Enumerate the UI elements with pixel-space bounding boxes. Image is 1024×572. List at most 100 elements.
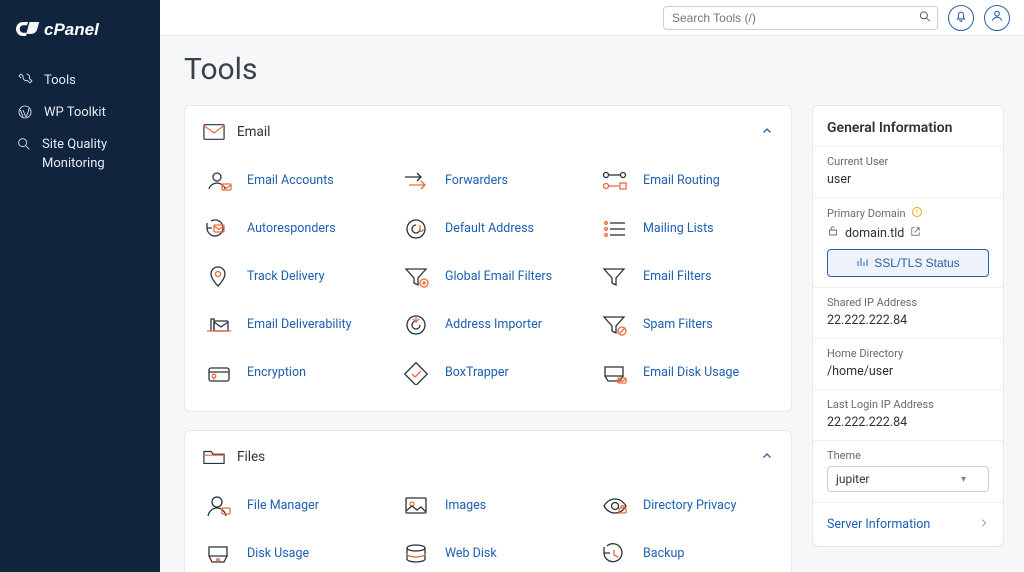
tool-address-importer[interactable]: Address Importer (389, 301, 587, 349)
general-info-panel: General Information Current User user Pr… (812, 105, 1004, 547)
tool-file-manager[interactable]: File Manager (191, 482, 389, 530)
info-panel-column: General Information Current User user Pr… (812, 105, 1004, 547)
tool-label: Mailing Lists (643, 221, 714, 237)
chevron-up-icon (761, 122, 773, 141)
tool-forwarders[interactable]: Forwarders (389, 157, 587, 205)
images-icon (401, 492, 433, 520)
tool-disk-usage[interactable]: Disk Usage (191, 530, 389, 572)
info-shared-ip: Shared IP Address 22.222.222.84 (813, 288, 1003, 339)
tool-label: Global Email Filters (445, 269, 552, 285)
tool-email-deliverability[interactable]: Email Deliverability (191, 301, 389, 349)
tool-email-filters[interactable]: Email Filters (587, 253, 785, 301)
page-title: Tools (184, 52, 1004, 87)
warning-icon (911, 206, 923, 221)
sidebar-nav: Tools WP Toolkit Site Quality Monitoring (0, 58, 160, 188)
tool-label: BoxTrapper (445, 365, 509, 381)
tool-directory-privacy[interactable]: Directory Privacy (587, 482, 785, 530)
section-header: Email (185, 106, 791, 153)
sidebar: cPanel Tools WP Toolkit Site Quality (0, 0, 160, 572)
tool-web-disk[interactable]: Web Disk (389, 530, 587, 572)
tool-label: Directory Privacy (643, 498, 736, 514)
encryption-icon (203, 359, 235, 387)
wrench-icon (16, 72, 34, 88)
tool-email-disk-usage[interactable]: Email Disk Usage (587, 349, 785, 397)
tool-label: Web Disk (445, 546, 497, 562)
info-label: Shared IP Address (827, 296, 989, 309)
sidebar-item-wp-toolkit[interactable]: WP Toolkit (4, 96, 156, 128)
tool-images[interactable]: Images (389, 482, 587, 530)
folder-icon (203, 448, 225, 466)
collapse-toggle[interactable] (761, 122, 773, 141)
info-value: 22.222.222.84 (827, 313, 989, 328)
email-icon (203, 123, 225, 141)
tool-label: Images (445, 498, 486, 514)
theme-select[interactable]: jupiter ▾ (827, 466, 989, 492)
brand-logo: cPanel (0, 0, 160, 58)
autoresponders-icon (203, 215, 235, 243)
tool-label: Default Address (445, 221, 534, 237)
tool-default-address[interactable]: Default Address (389, 205, 587, 253)
tool-email-routing[interactable]: Email Routing (587, 157, 785, 205)
tool-backup[interactable]: Backup (587, 530, 785, 572)
info-value: /home/user (827, 364, 989, 379)
tool-track-delivery[interactable]: Track Delivery (191, 253, 389, 301)
tool-label: Email Deliverability (247, 317, 352, 333)
tool-label: Email Accounts (247, 173, 334, 189)
default-address-icon (401, 215, 433, 243)
sidebar-item-tools[interactable]: Tools (4, 64, 156, 96)
sidebar-item-site-quality[interactable]: Site Quality Monitoring (4, 128, 156, 182)
address-importer-icon (401, 311, 433, 339)
tool-spam-filters[interactable]: Spam Filters (587, 301, 785, 349)
collapse-toggle[interactable] (761, 447, 773, 466)
section-grid: Email Accounts Forwarders Email Routing … (185, 153, 791, 411)
account-button[interactable] (984, 5, 1010, 31)
svg-text:cPanel: cPanel (44, 20, 100, 39)
main-column: Tools Email (160, 0, 1024, 572)
sidebar-item-label: WP Toolkit (44, 105, 106, 120)
wordpress-icon (16, 104, 34, 120)
section-title: Files (237, 449, 265, 465)
tool-email-accounts[interactable]: Email Accounts (191, 157, 389, 205)
boxtrapper-icon (401, 359, 433, 387)
search-icon (918, 8, 932, 27)
info-home-directory: Home Directory /home/user (813, 339, 1003, 390)
email-deliverability-icon (203, 311, 235, 339)
tool-global-email-filters[interactable]: Global Email Filters (389, 253, 587, 301)
tool-encryption[interactable]: Encryption (191, 349, 389, 397)
directory-privacy-icon (599, 492, 631, 520)
topbar (160, 0, 1024, 36)
mailing-lists-icon (599, 215, 631, 243)
tool-label: File Manager (247, 498, 319, 514)
ssl-status-button[interactable]: SSL/TLS Status (827, 249, 989, 277)
tool-label: Address Importer (445, 317, 542, 333)
section-email: Email Email Accounts Forwarders Email Ro… (184, 105, 792, 412)
panel-title: General Information (813, 106, 1003, 147)
tool-label: Email Routing (643, 173, 720, 189)
tool-boxtrapper[interactable]: BoxTrapper (389, 349, 587, 397)
sidebar-item-label: Tools (44, 73, 76, 88)
tool-label: Track Delivery (247, 269, 325, 285)
notifications-button[interactable] (948, 5, 974, 31)
global-filters-icon (401, 263, 433, 291)
info-value: 22.222.222.84 (827, 415, 989, 430)
user-icon (990, 8, 1004, 27)
magnifier-icon (16, 136, 32, 152)
web-disk-icon (401, 540, 433, 568)
server-information-link[interactable]: Server Information (813, 503, 1003, 546)
sidebar-item-label: Site Quality Monitoring (42, 136, 144, 174)
email-routing-icon (599, 167, 631, 195)
track-delivery-icon (203, 263, 235, 291)
search-input[interactable] (663, 6, 938, 30)
tool-mailing-lists[interactable]: Mailing Lists (587, 205, 785, 253)
tool-groups: Email Email Accounts Forwarders Email Ro… (184, 105, 792, 572)
backup-icon (599, 540, 631, 568)
tool-label: Forwarders (445, 173, 508, 189)
disk-usage-icon (203, 540, 235, 568)
domain-row: domain.tld (827, 225, 989, 241)
tool-label: Backup (643, 546, 684, 562)
tool-label: Email Filters (643, 269, 711, 285)
tool-autoresponders[interactable]: Autoresponders (191, 205, 389, 253)
domain-link[interactable]: domain.tld (845, 226, 904, 241)
email-filters-icon (599, 263, 631, 291)
forwarders-icon (401, 167, 433, 195)
